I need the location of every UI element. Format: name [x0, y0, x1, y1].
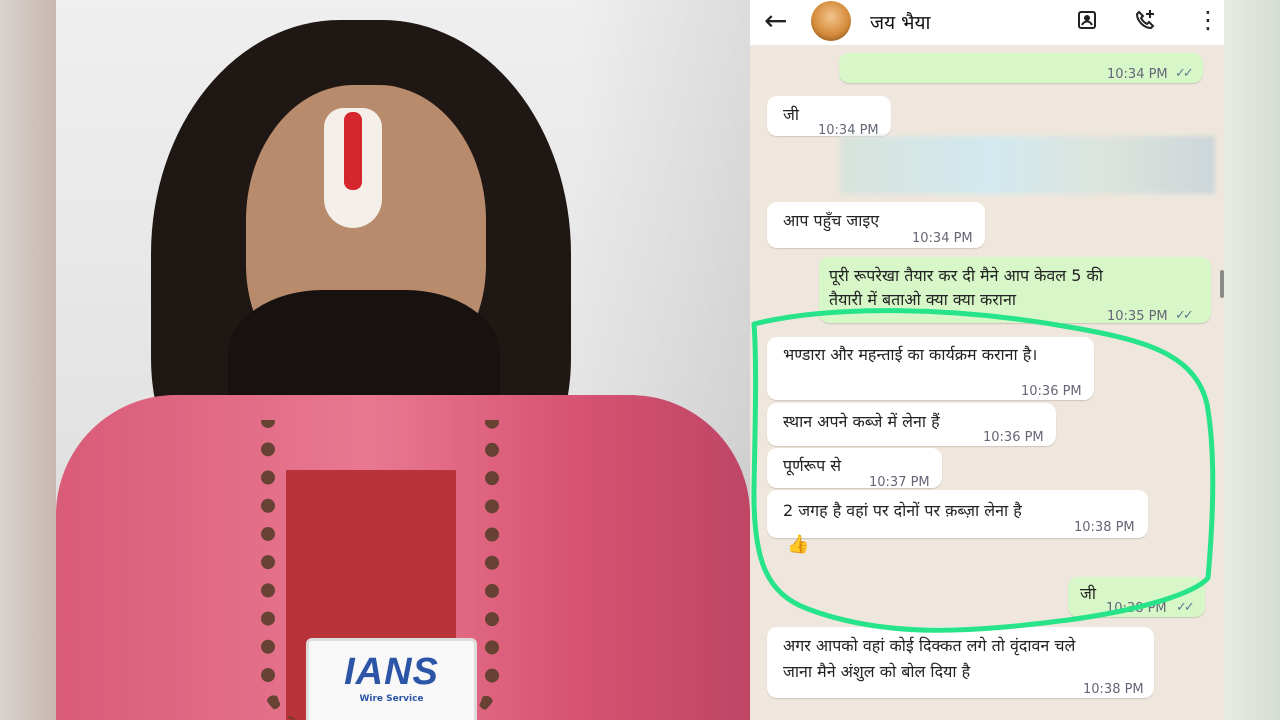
message-sent-2[interactable]: पूरी रूपरेखा तैयार कर दी मैने आप केवल 5 … [819, 257, 1211, 324]
speaker-photo: IANS Wire Service [56, 0, 750, 720]
message-text: जी [1080, 584, 1097, 603]
message-sent-1[interactable]: 10:34 PM ✓✓ [839, 53, 1203, 83]
message-time: 10:38 PM [1083, 682, 1144, 697]
message-received-4[interactable]: स्थान अपने कब्जे में लेना हैं 10:36 PM [767, 403, 1056, 446]
message-time: 10:38 PM [1074, 520, 1135, 535]
read-ticks-icon: ✓✓ [1175, 66, 1194, 81]
message-text: जी [783, 105, 800, 124]
message-text-line-1: अगर आपको वहां कोई दिक्कत लगे तो वृंदावन … [783, 636, 1076, 655]
contact-card-icon[interactable] [1075, 8, 1099, 32]
read-ticks-icon: ✓✓ [1176, 600, 1195, 615]
message-text: भण्डारा और महन्ताई का कार्यक्रम कराना है… [783, 345, 1038, 364]
blurred-message-area [840, 136, 1215, 194]
chat-header: ← जय भैया ⋮ [750, 0, 1224, 45]
right-blur-panel [1224, 0, 1280, 720]
message-received-3[interactable]: भण्डारा और महन्ताई का कार्यक्रम कराना है… [767, 337, 1094, 400]
message-sent-3[interactable]: जी 10:38 PM ✓✓ [1068, 577, 1205, 617]
message-text-line-2: तैयारी में बताओ क्या क्या कराना [829, 290, 1016, 309]
news-microphone: IANS Wire Service [306, 638, 477, 720]
message-time: 10:38 PM [1106, 601, 1167, 616]
message-received-1[interactable]: जी 10:34 PM [767, 96, 891, 138]
message-text: 2 जगह है वहां पर दोनों पर क़ब्ज़ा लेना ह… [783, 501, 1022, 520]
add-call-icon[interactable] [1134, 8, 1158, 32]
ians-logo: IANS [344, 651, 439, 693]
message-text-line-2: जाना मैने अंशुल को बोल दिया है [783, 662, 971, 681]
message-time: 10:36 PM [1021, 384, 1082, 399]
left-blur-panel [0, 0, 56, 720]
message-text: स्थान अपने कब्जे में लेना हैं [783, 412, 940, 431]
message-text: आप पहुँच जाइए [783, 211, 880, 230]
message-received-5[interactable]: पूर्णरूप से 10:37 PM [767, 448, 942, 490]
back-arrow-icon[interactable]: ← [764, 7, 787, 35]
whatsapp-chat-screenshot: ← जय भैया ⋮ 10:34 PM ✓✓ जी 10:34 PM आप प… [750, 0, 1224, 720]
ians-subtitle: Wire Service [359, 694, 424, 704]
read-ticks-icon: ✓✓ [1175, 308, 1194, 323]
message-text-line-1: पूरी रूपरेखा तैयार कर दी मैने आप केवल 5 … [829, 266, 1103, 285]
message-received-6[interactable]: 2 जगह है वहां पर दोनों पर क़ब्ज़ा लेना ह… [767, 490, 1148, 538]
message-received-7[interactable]: अगर आपको वहां कोई दिक्कत लगे तो वृंदावन … [767, 627, 1154, 698]
message-time: 10:35 PM [1107, 309, 1168, 324]
message-time: 10:36 PM [983, 430, 1044, 445]
contact-avatar[interactable] [811, 1, 851, 41]
message-time: 10:34 PM [912, 231, 973, 246]
contact-name[interactable]: जय भैया [870, 9, 930, 35]
message-text: पूर्णरूप से [783, 456, 842, 475]
tilak-red-line [344, 112, 362, 190]
thumbs-up-reaction[interactable]: 👍 [787, 533, 809, 557]
message-received-2[interactable]: आप पहुँच जाइए 10:34 PM [767, 202, 985, 248]
message-time: 10:34 PM [1107, 67, 1168, 82]
more-options-icon[interactable]: ⋮ [1196, 8, 1220, 32]
